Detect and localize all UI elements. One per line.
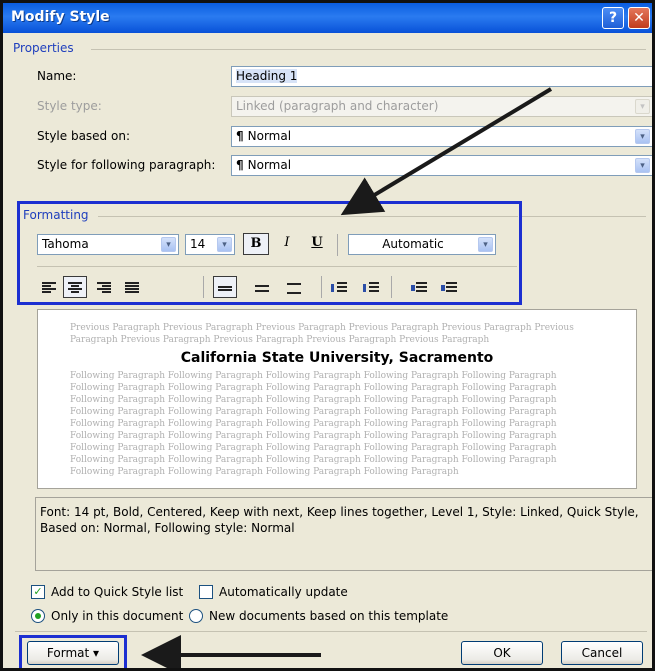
annotation-arrows [141,87,553,668]
arrow-to-formatting-icon [340,87,553,216]
modify-style-dialog: Modify Style ? ✕ Properties Name: Headin… [0,0,655,671]
